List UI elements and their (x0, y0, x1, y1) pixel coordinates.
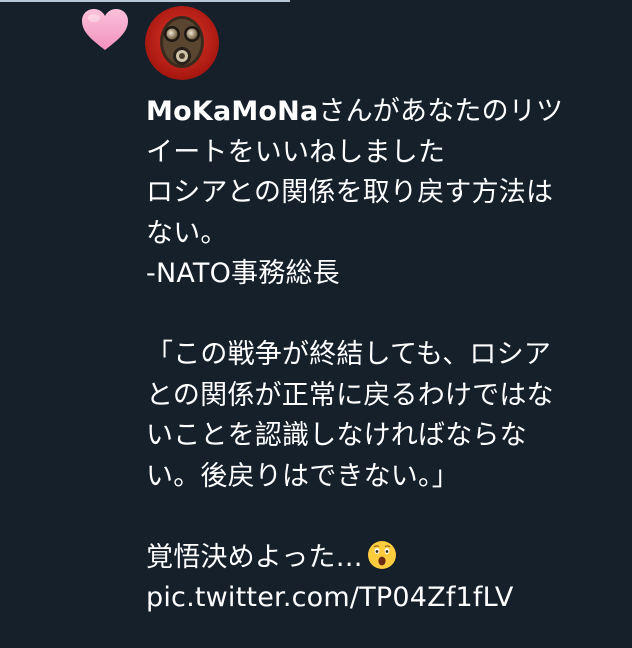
tweet-line: ロシアとの関係を取り戻す方法は (146, 177, 554, 208)
tweet-comment: 覚悟決めよった… (146, 541, 363, 573)
tweet-line: との関係が正常に戻るわけではな (146, 379, 554, 411)
top-divider (0, 0, 290, 2)
tweet-line: -NATO事務総長 (146, 258, 340, 289)
gas-mask-avatar-icon (145, 6, 219, 80)
tweet-line: 「この戦争が終結しても、ロシア (146, 339, 552, 370)
avatar[interactable] (145, 6, 219, 80)
action-text: さんがあなたのリツ (318, 96, 564, 127)
action-text-continued: イートをいいねしました (146, 136, 446, 168)
tweet-line: い。後戻りはできない。」 (146, 460, 459, 492)
heart-icon (82, 9, 128, 50)
notification-header: MoKaMoNaさんがあなたのリツ (146, 92, 626, 133)
tweet-line: ない。 (146, 217, 228, 249)
notification-body: MoKaMoNaさんがあなたのリツ イートをいいねしました ロシアとの関係を取り… (146, 92, 626, 619)
tweet-line: いことを認識しなければならな (146, 420, 527, 451)
media-link[interactable]: pic.twitter.com/TP04Zf1fLV (146, 578, 626, 619)
tweet-comment-line: 覚悟決めよった… (146, 538, 626, 579)
astonished-face-icon (367, 540, 396, 569)
username-link[interactable]: MoKaMoNa (146, 96, 318, 127)
